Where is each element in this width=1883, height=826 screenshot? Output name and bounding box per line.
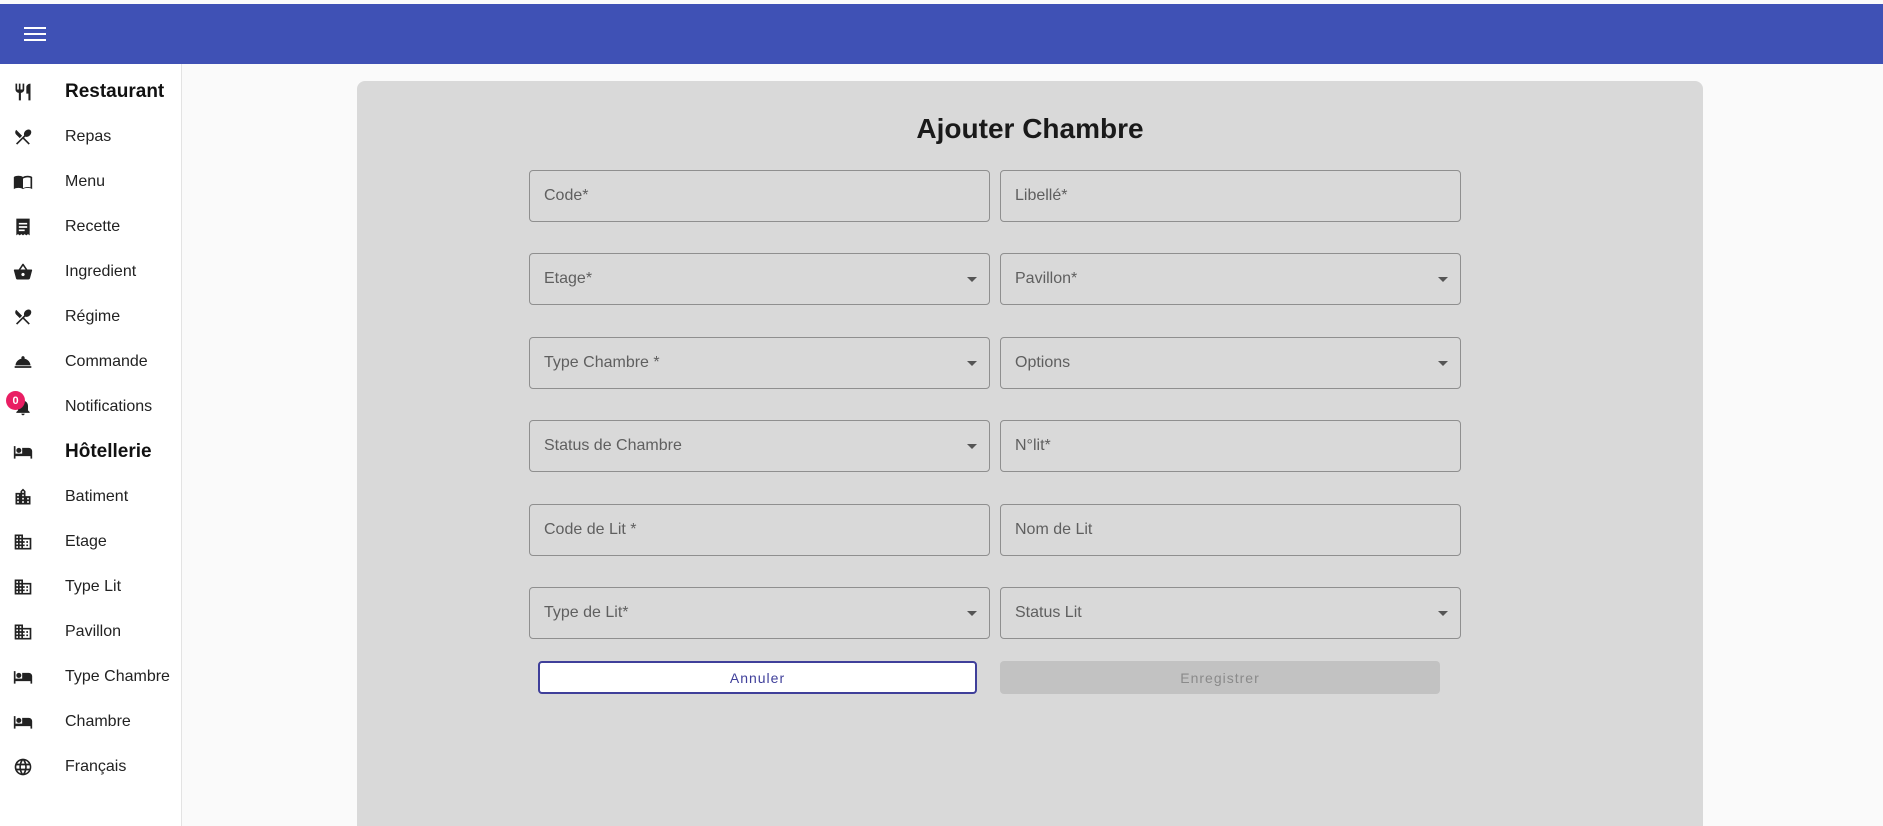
libelle-input[interactable]: Libellé* <box>1000 170 1461 222</box>
n-lit-input[interactable]: N°lit* <box>1000 420 1461 472</box>
status-lit-select[interactable]: Status Lit <box>1000 587 1461 639</box>
status-lit-placeholder: Status Lit <box>1015 604 1082 621</box>
code-placeholder: Code* <box>544 187 589 204</box>
dropdown-arrow-icon <box>1438 611 1448 616</box>
page-title: Ajouter Chambre <box>916 113 1144 144</box>
building-icon <box>12 576 34 598</box>
building-icon <box>12 531 34 553</box>
sidebar-item-label: Pavillon <box>65 623 122 640</box>
sidebar: Restaurant Repas Menu Recette Ingredient… <box>0 64 182 826</box>
sidebar-item-label: Hôtellerie <box>65 441 152 462</box>
add-room-form-card: Ajouter Chambre Code* Libellé* Etage* Pa… <box>357 81 1703 826</box>
etage-select[interactable]: Etage* <box>529 253 990 305</box>
sidebar-item-chambre[interactable]: Chambre <box>0 702 182 742</box>
type-lit-select[interactable]: Type de Lit* <box>529 587 990 639</box>
sidebar-item-language[interactable]: Français <box>0 747 182 787</box>
sidebar-item-label: Type Lit <box>65 578 122 595</box>
sidebar-item-regime[interactable]: Régime <box>0 297 182 337</box>
dropdown-arrow-icon <box>1438 277 1448 282</box>
sidebar-item-batiment[interactable]: Batiment <box>0 477 182 517</box>
sidebar-item-repas[interactable]: Repas <box>0 117 182 157</box>
basket-icon <box>12 261 34 283</box>
city-icon <box>12 486 34 508</box>
libelle-placeholder: Libellé* <box>1015 187 1068 204</box>
type-lit-placeholder: Type de Lit* <box>544 604 629 621</box>
notification-badge: 0 <box>6 391 25 410</box>
menu-icon[interactable] <box>24 24 46 44</box>
sidebar-item-ingredient[interactable]: Ingredient <box>0 252 182 292</box>
nom-lit-input[interactable]: Nom de Lit <box>1000 504 1461 556</box>
sidebar-item-label: Chambre <box>65 713 131 730</box>
utensils-crossed-icon <box>12 126 34 148</box>
status-chambre-placeholder: Status de Chambre <box>544 437 682 454</box>
pavillon-select[interactable]: Pavillon* <box>1000 253 1461 305</box>
sidebar-item-label: Menu <box>65 173 106 190</box>
bed-icon <box>12 666 34 688</box>
sidebar-item-notifications[interactable]: 0 Notifications <box>0 387 182 427</box>
sidebar-item-label: Commande <box>65 353 148 370</box>
etage-placeholder: Etage* <box>544 270 593 287</box>
sidebar-item-label: Batiment <box>65 488 129 505</box>
sidebar-item-recette[interactable]: Recette <box>0 207 182 247</box>
code-lit-placeholder: Code de Lit * <box>544 521 637 538</box>
sidebar-item-menu[interactable]: Menu <box>0 162 182 202</box>
pavillon-placeholder: Pavillon* <box>1015 270 1078 287</box>
sidebar-item-label: Etage <box>65 533 107 550</box>
dropdown-arrow-icon <box>967 611 977 616</box>
sidebar-item-label: Français <box>65 758 127 775</box>
options-select[interactable]: Options <box>1000 337 1461 389</box>
sidebar-item-label: Repas <box>65 128 112 145</box>
sidebar-item-pavillon[interactable]: Pavillon <box>0 612 182 652</box>
options-placeholder: Options <box>1015 354 1071 371</box>
utensils-crossed-icon <box>12 306 34 328</box>
dropdown-arrow-icon <box>967 444 977 449</box>
sidebar-item-label: Restaurant <box>65 81 165 102</box>
dropdown-arrow-icon <box>967 277 977 282</box>
sidebar-item-label: Recette <box>65 218 121 235</box>
top-app-bar <box>0 4 1883 64</box>
sidebar-item-type-lit[interactable]: Type Lit <box>0 567 182 607</box>
type-chambre-select[interactable]: Type Chambre * <box>529 337 990 389</box>
receipt-icon <box>12 216 34 238</box>
sidebar-item-label: Type Chambre <box>65 668 170 685</box>
dropdown-arrow-icon <box>1438 361 1448 366</box>
save-button[interactable]: Enregistrer <box>1000 661 1440 694</box>
sidebar-item-hotellerie[interactable]: Hôtellerie <box>0 432 182 472</box>
fork-knife-icon <box>12 81 34 103</box>
status-chambre-select[interactable]: Status de Chambre <box>529 420 990 472</box>
sidebar-item-label: Notifications <box>65 398 153 415</box>
cloche-icon <box>12 351 34 373</box>
cancel-button[interactable]: Annuler <box>538 661 977 694</box>
sidebar-item-commande[interactable]: Commande <box>0 342 182 382</box>
code-input[interactable]: Code* <box>529 170 990 222</box>
sidebar-item-label: Régime <box>65 308 121 325</box>
bed-icon <box>12 441 34 463</box>
dropdown-arrow-icon <box>967 361 977 366</box>
globe-icon <box>12 756 34 778</box>
sidebar-item-label: Ingredient <box>65 263 137 280</box>
sidebar-item-type-chambre[interactable]: Type Chambre <box>0 657 182 697</box>
type-chambre-placeholder: Type Chambre * <box>544 354 660 371</box>
sidebar-item-etage[interactable]: Etage <box>0 522 182 562</box>
nom-lit-placeholder: Nom de Lit <box>1015 521 1093 538</box>
code-lit-input[interactable]: Code de Lit * <box>529 504 990 556</box>
sidebar-item-restaurant[interactable]: Restaurant <box>0 72 182 112</box>
building-icon <box>12 621 34 643</box>
n-lit-placeholder: N°lit* <box>1015 437 1051 454</box>
menu-book-icon <box>12 171 34 193</box>
bed-icon <box>12 711 34 733</box>
